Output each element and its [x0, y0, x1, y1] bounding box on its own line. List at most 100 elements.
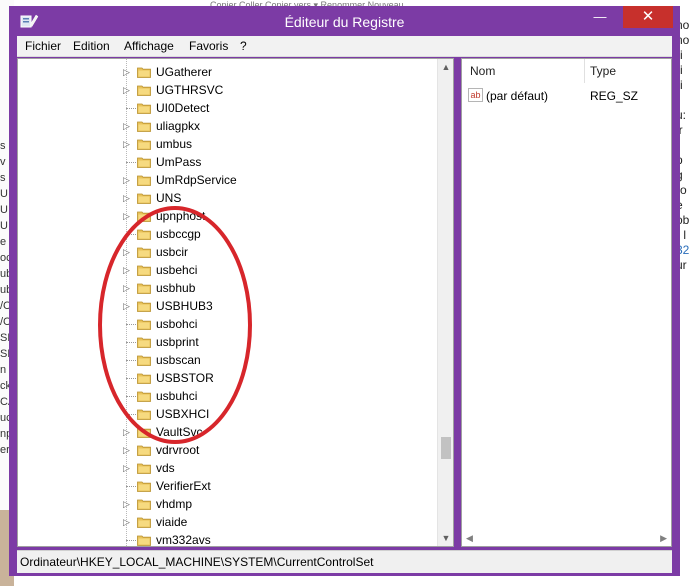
tree-item[interactable]: usbprint — [18, 333, 438, 351]
tree-item[interactable]: usbuhci — [18, 387, 438, 405]
expand-arrow-icon[interactable]: ▷ — [123, 282, 133, 294]
tree-item-label: vm332avs — [156, 533, 211, 547]
registry-values-pane[interactable]: Nom Type ab (par défaut) REG_SZ ◀ ▶ — [461, 58, 672, 547]
tree-item[interactable]: ▷ USBHUB3 — [18, 297, 438, 315]
tree-item-label: usbhub — [156, 281, 196, 295]
tree-item[interactable]: ▷ UGTHRSVC — [18, 81, 438, 99]
registry-key-tree[interactable]: ▲ ▼ ▷ UGatherer ▷ UGTHRSVC UI0Detect ▷ uliagpk… — [17, 58, 454, 547]
close-button[interactable]: ✕ — [623, 6, 673, 28]
tree-item[interactable]: ▷ UNS — [18, 189, 438, 207]
folder-icon — [137, 247, 151, 258]
tree-item-label: usbohci — [156, 317, 198, 331]
tree-item[interactable]: ▷ UmRdpService — [18, 171, 438, 189]
tree-item[interactable]: ▷ vdrvroot — [18, 441, 438, 459]
tree-item[interactable]: USBSTOR — [18, 369, 438, 387]
tree-item-label: UI0Detect — [156, 101, 210, 115]
status-bar: Ordinateur\HKEY_LOCAL_MACHINE\SYSTEM\Cur… — [17, 550, 672, 573]
expand-arrow-icon[interactable]: ▷ — [123, 84, 133, 96]
registry-editor-window: Éditeur du Registre — ✕ Fichier Edition … — [9, 6, 680, 576]
scroll-left-arrow-icon[interactable]: ◀ — [466, 533, 473, 544]
menu-affichage[interactable]: Affichage — [124, 39, 174, 53]
tree-item[interactable]: ▷ umbus — [18, 135, 438, 153]
menu-bar: Fichier Edition Affichage Favoris ? — [17, 36, 672, 57]
tree-item[interactable]: usbccgp — [18, 225, 438, 243]
tree-item-label: vdrvroot — [156, 443, 200, 457]
tree-item-label: UGTHRSVC — [156, 83, 224, 97]
folder-icon — [137, 121, 151, 132]
tree-item-label: usbehci — [156, 263, 198, 277]
tree-item-label: uliagpkx — [156, 119, 201, 133]
tree-item-label: usbscan — [156, 353, 201, 367]
folder-icon — [137, 517, 151, 528]
tree-item[interactable]: ▷ vhdmp — [18, 495, 438, 513]
tree-item[interactable]: vm332avs — [18, 531, 438, 547]
tree-connector — [126, 360, 136, 361]
menu-help[interactable]: ? — [240, 39, 247, 53]
title-bar[interactable]: Éditeur du Registre — ✕ — [9, 6, 680, 36]
tree-item-label: viaide — [156, 515, 188, 529]
expand-arrow-icon[interactable]: ▷ — [123, 138, 133, 150]
expand-arrow-icon[interactable]: ▷ — [123, 66, 133, 78]
expand-arrow-icon[interactable]: ▷ — [123, 264, 133, 276]
column-header-type[interactable]: Type — [590, 59, 616, 83]
minimize-button[interactable]: — — [585, 6, 615, 28]
scroll-down-arrow-icon[interactable]: ▼ — [438, 530, 453, 546]
tree-connector — [126, 396, 136, 397]
scroll-right-arrow-icon[interactable]: ▶ — [660, 533, 667, 544]
tree-item[interactable]: usbscan — [18, 351, 438, 369]
tree-item[interactable]: ▷ usbehci — [18, 261, 438, 279]
folder-icon — [137, 337, 151, 348]
value-name: (par défaut) — [486, 89, 549, 103]
column-separator[interactable] — [584, 59, 585, 83]
tree-item-label: vhdmp — [156, 497, 193, 511]
expand-arrow-icon[interactable]: ▷ — [123, 444, 133, 456]
tree-item[interactable]: UmPass — [18, 153, 438, 171]
expand-arrow-icon[interactable]: ▷ — [123, 462, 133, 474]
tree-vertical-scrollbar[interactable]: ▲ ▼ — [437, 59, 453, 546]
tree-item[interactable]: UI0Detect — [18, 99, 438, 117]
tree-item-label: UNS — [156, 191, 182, 205]
expand-arrow-icon[interactable]: ▷ — [123, 498, 133, 510]
folder-icon — [137, 157, 151, 168]
tree-item[interactable]: ▷ usbcir — [18, 243, 438, 261]
tree-item-label: usbprint — [156, 335, 199, 349]
tree-item[interactable]: usbohci — [18, 315, 438, 333]
column-header-nom[interactable]: Nom — [470, 59, 495, 83]
folder-icon — [137, 409, 151, 420]
tree-item[interactable]: USBXHCI — [18, 405, 438, 423]
folder-icon — [137, 427, 151, 438]
expand-arrow-icon[interactable]: ▷ — [123, 246, 133, 258]
scroll-up-arrow-icon[interactable]: ▲ — [438, 59, 453, 75]
expand-arrow-icon[interactable]: ▷ — [123, 192, 133, 204]
tree-connector — [126, 324, 136, 325]
folder-icon — [137, 211, 151, 222]
expand-arrow-icon[interactable]: ▷ — [123, 300, 133, 312]
tree-item-label: umbus — [156, 137, 193, 151]
window-title: Éditeur du Registre — [284, 14, 405, 30]
scroll-thumb[interactable] — [441, 437, 451, 459]
folder-icon — [137, 481, 151, 492]
value-row[interactable]: ab (par défaut) REG_SZ — [462, 87, 671, 105]
expand-arrow-icon[interactable]: ▷ — [123, 516, 133, 528]
status-path: Ordinateur\HKEY_LOCAL_MACHINE\SYSTEM\Cur… — [20, 555, 374, 569]
tree-connector — [126, 342, 136, 343]
menu-edition[interactable]: Edition — [73, 39, 110, 53]
expand-arrow-icon[interactable]: ▷ — [123, 210, 133, 222]
tree-item-label: usbuhci — [156, 389, 198, 403]
tree-item[interactable]: ▷ viaide — [18, 513, 438, 531]
expand-arrow-icon[interactable]: ▷ — [123, 174, 133, 186]
folder-icon — [137, 535, 151, 546]
tree-item[interactable]: ▷ upnphost — [18, 207, 438, 225]
expand-arrow-icon[interactable]: ▷ — [123, 426, 133, 438]
tree-item[interactable]: ▷ VaultSvc — [18, 423, 438, 441]
tree-item-label: usbccgp — [156, 227, 201, 241]
menu-favoris[interactable]: Favoris — [189, 39, 228, 53]
expand-arrow-icon[interactable]: ▷ — [123, 120, 133, 132]
menu-fichier[interactable]: Fichier — [25, 39, 61, 53]
tree-item[interactable]: ▷ usbhub — [18, 279, 438, 297]
tree-item[interactable]: ▷ vds — [18, 459, 438, 477]
tree-item[interactable]: ▷ UGatherer — [18, 63, 438, 81]
folder-icon — [137, 283, 151, 294]
tree-item[interactable]: ▷ uliagpkx — [18, 117, 438, 135]
tree-item[interactable]: VerifierExt — [18, 477, 438, 495]
